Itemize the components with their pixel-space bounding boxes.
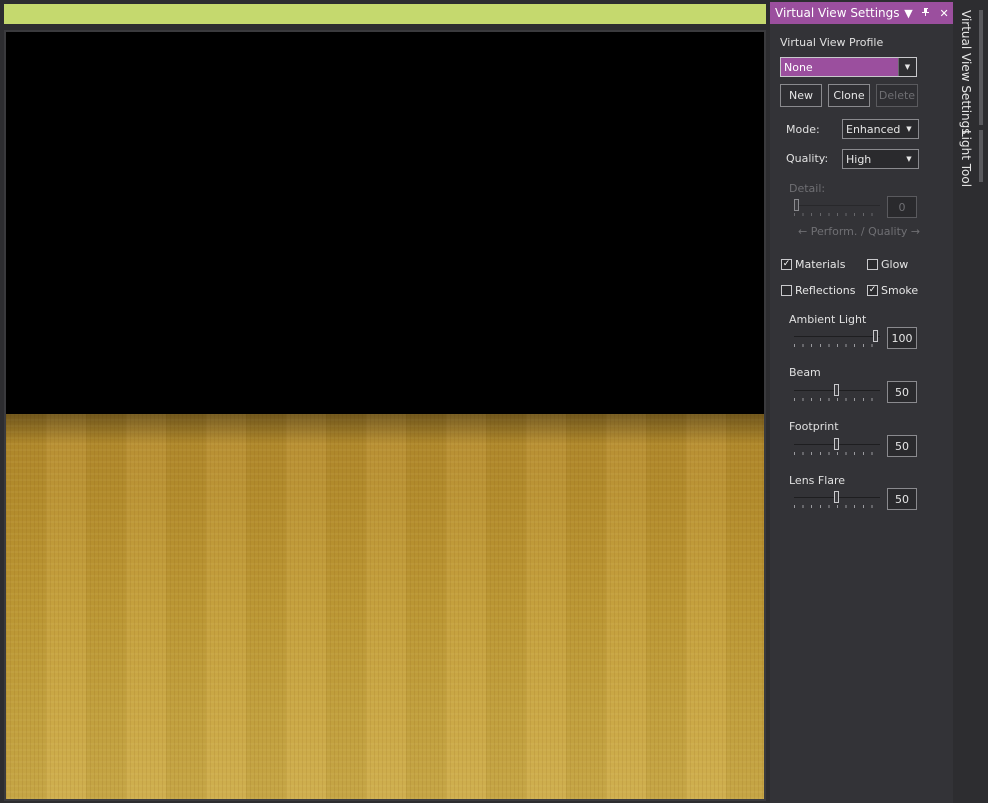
beam-value-box[interactable]: 50: [887, 381, 917, 403]
perf-quality-label: ← Perform. / Quality →: [798, 225, 921, 238]
beam-label: Beam: [789, 366, 821, 379]
chevron-down-icon: ▼: [906, 155, 912, 163]
slider-ticks: [794, 505, 880, 508]
smoke-label: Smoke: [881, 284, 919, 297]
slider-ticks: [794, 213, 880, 216]
clone-button[interactable]: Clone: [828, 84, 870, 107]
lens-flare-value-box[interactable]: 50: [887, 488, 917, 510]
slider-ticks: [794, 398, 880, 401]
quality-label: Quality:: [786, 152, 829, 165]
materials-label: Materials: [795, 258, 846, 271]
virtual-view-settings-panel: Virtual View Settings ▼ ✕ Virtual View P…: [770, 2, 953, 803]
beam-slider[interactable]: [792, 382, 882, 404]
side-tab-strip: Virtual View Settings Light Tool: [953, 2, 988, 803]
mode-value: Enhanced: [846, 122, 901, 136]
detail-label: Detail:: [789, 182, 826, 195]
ambient-light-slider[interactable]: [792, 328, 882, 350]
checkbox-box: ✓: [781, 259, 792, 270]
lens-flare-label: Lens Flare: [789, 474, 846, 487]
profile-dropdown[interactable]: None ▼: [780, 57, 917, 77]
footprint-value-box[interactable]: 50: [887, 435, 917, 457]
slider-track: [794, 205, 880, 206]
new-button[interactable]: New: [780, 84, 822, 107]
panel-title: Virtual View Settings: [775, 6, 900, 20]
profile-label: Virtual View Profile: [780, 36, 884, 49]
profile-value: None: [784, 60, 813, 74]
3d-viewport[interactable]: [6, 32, 764, 799]
ambient-light-value-box[interactable]: 100: [887, 327, 917, 349]
pin-icon-svg: [922, 7, 930, 16]
tab-light-tool[interactable]: Light Tool: [959, 130, 973, 187]
slider-thumb[interactable]: [834, 491, 839, 503]
smoke-checkbox[interactable]: ✓ Smoke: [867, 284, 918, 297]
footprint-label: Footprint: [789, 420, 839, 433]
delete-button[interactable]: Delete: [876, 84, 918, 107]
slider-thumb[interactable]: [794, 199, 799, 211]
detail-value-box[interactable]: 0: [887, 196, 917, 218]
slider-thumb[interactable]: [834, 438, 839, 450]
lens-flare-slider[interactable]: [792, 489, 882, 511]
checkbox-box: [781, 285, 792, 296]
materials-checkbox[interactable]: ✓ Materials: [781, 258, 845, 271]
pin-icon[interactable]: [917, 7, 935, 20]
slider-thumb[interactable]: [834, 384, 839, 396]
quality-dropdown[interactable]: High ▼: [842, 149, 919, 169]
chevron-down-icon: ▼: [906, 125, 912, 133]
mode-dropdown[interactable]: Enhanced ▼: [842, 119, 919, 139]
mode-label: Mode:: [786, 123, 820, 136]
quality-value: High: [846, 152, 872, 166]
detail-slider[interactable]: [792, 197, 882, 219]
slider-ticks: [794, 344, 880, 347]
checkbox-box: [867, 259, 878, 270]
chevron-down-icon: ▼: [898, 58, 916, 76]
panel-menu-icon[interactable]: ▼: [900, 7, 918, 20]
tab-indicator: [979, 130, 983, 182]
glow-label: Glow: [881, 258, 909, 271]
horizon-shade: [6, 414, 764, 444]
slider-track: [794, 336, 880, 337]
slider-ticks: [794, 452, 880, 455]
tab-virtual-view-settings[interactable]: Virtual View Settings: [959, 10, 973, 135]
close-icon[interactable]: ✕: [935, 7, 953, 20]
reflections-label: Reflections: [795, 284, 856, 297]
ambient-light-label: Ambient Light: [789, 313, 867, 326]
footprint-slider[interactable]: [792, 436, 882, 458]
tab-indicator: [979, 10, 983, 125]
slider-thumb[interactable]: [873, 330, 878, 342]
panel-header: Virtual View Settings ▼ ✕: [770, 2, 953, 24]
viewport-title-bar: [4, 4, 766, 24]
reflections-checkbox[interactable]: Reflections: [781, 284, 855, 297]
checkbox-box: ✓: [867, 285, 878, 296]
glow-checkbox[interactable]: Glow: [867, 258, 908, 271]
wood-floor: [6, 414, 764, 799]
